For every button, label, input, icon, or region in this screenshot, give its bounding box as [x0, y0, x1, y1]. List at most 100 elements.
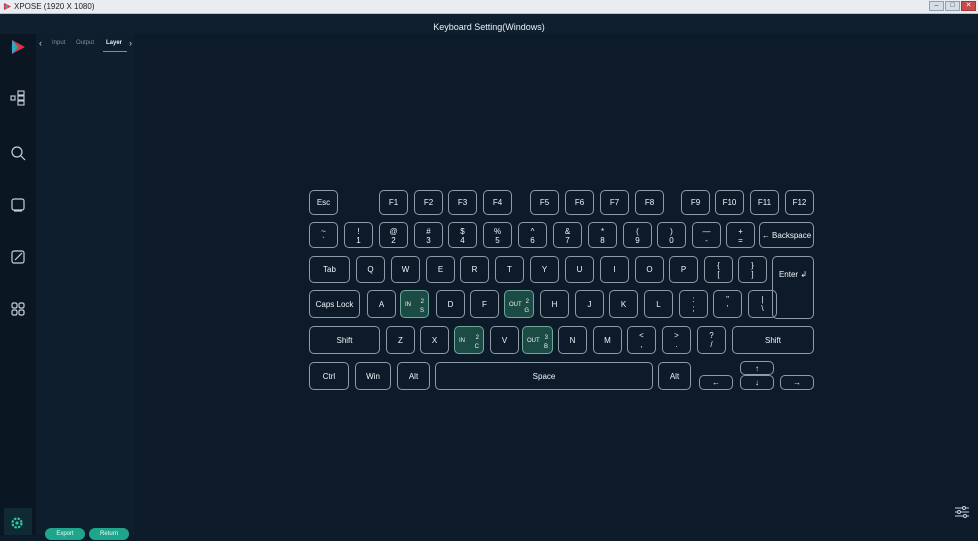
key-q[interactable]: Q [356, 256, 385, 283]
key-f9[interactable]: F9 [681, 190, 710, 215]
search-icon[interactable] [9, 144, 27, 162]
maximize-button[interactable]: □ [945, 1, 960, 11]
key-f1[interactable]: F1 [379, 190, 408, 215]
key-6[interactable]: ^ 6 [518, 222, 547, 248]
left-rail [0, 34, 36, 535]
key-comma[interactable]: <, [627, 326, 656, 354]
key-s-assigned[interactable]: IN 2 S [400, 290, 429, 318]
key-f3[interactable]: F3 [448, 190, 477, 215]
key-f5[interactable]: F5 [530, 190, 559, 215]
key-left-shift[interactable]: Shift [309, 326, 380, 354]
key-1[interactable]: ! 1 [344, 222, 373, 248]
tab-input[interactable]: Input [52, 40, 65, 46]
key-n[interactable]: N [558, 326, 587, 354]
window-title: XPOSE (1920 X 1080) [14, 2, 95, 11]
key-tab[interactable]: Tab [309, 256, 350, 283]
key-k[interactable]: K [609, 290, 638, 318]
key-0[interactable]: ) 0 [657, 222, 686, 248]
key-f[interactable]: F [470, 290, 499, 318]
return-button[interactable]: Return [89, 528, 129, 540]
key-backspace[interactable]: ← Backspace [759, 222, 814, 248]
key-c-assigned[interactable]: IN 2 C [454, 326, 484, 354]
key-f2[interactable]: F2 [414, 190, 443, 215]
monitor-icon[interactable] [9, 196, 27, 214]
page-title: Keyboard Setting(Windows) [433, 22, 545, 32]
key-w[interactable]: W [391, 256, 420, 283]
key-7[interactable]: & 7 [553, 222, 582, 248]
key-5[interactable]: % 5 [483, 222, 512, 248]
key-p[interactable]: P [669, 256, 698, 283]
key-9[interactable]: (9 [623, 222, 652, 248]
layout-icon[interactable] [9, 89, 27, 107]
key-f10[interactable]: F10 [715, 190, 744, 215]
grid-icon[interactable] [9, 300, 27, 318]
key-f4[interactable]: F4 [483, 190, 512, 215]
key-u[interactable]: U [565, 256, 594, 283]
play-logo-icon[interactable] [9, 38, 27, 56]
key-v[interactable]: V [490, 326, 519, 354]
key-left-alt[interactable]: Alt [397, 362, 430, 390]
key-b-assigned[interactable]: OUT 3 B [522, 326, 553, 354]
key-equals[interactable]: + = [726, 222, 755, 248]
key-f8[interactable]: F8 [635, 190, 664, 215]
active-tab-indicator [103, 51, 127, 52]
app-logo-icon [3, 2, 12, 11]
key-arrow-right[interactable]: → [780, 375, 814, 390]
key-win[interactable]: Win [355, 362, 391, 390]
key-a[interactable]: A [367, 290, 396, 318]
key-m[interactable]: M [593, 326, 622, 354]
key-l[interactable]: L [644, 290, 673, 318]
chevron-right-icon[interactable]: › [129, 38, 132, 48]
minimize-button[interactable]: – [929, 1, 944, 11]
settings-button[interactable] [4, 508, 32, 535]
key-arrow-left[interactable]: ← [699, 375, 733, 390]
tab-layer[interactable]: Layer [106, 40, 122, 46]
key-8[interactable]: * 8 [588, 222, 617, 248]
key-enter[interactable]: Enter ↲ [772, 256, 814, 319]
key-h[interactable]: H [540, 290, 569, 318]
key-quote[interactable]: " ' [713, 290, 742, 318]
key-esc[interactable]: Esc [309, 190, 338, 215]
key-right-alt[interactable]: Alt [658, 362, 691, 390]
edit-icon[interactable] [9, 248, 27, 266]
export-button[interactable]: Export [45, 528, 85, 540]
key-right-shift[interactable]: Shift [732, 326, 814, 354]
key-arrow-down[interactable]: ↓ [740, 375, 774, 390]
key-arrow-up[interactable]: ↑ [740, 361, 774, 375]
key-open-bracket[interactable]: {[ [704, 256, 733, 283]
window-titlebar: XPOSE (1920 X 1080) – □ ✕ [0, 0, 978, 14]
key-x[interactable]: X [420, 326, 449, 354]
key-y[interactable]: Y [530, 256, 559, 283]
key-backslash[interactable]: | \ [748, 290, 777, 318]
key-2[interactable]: @2 [379, 222, 408, 248]
key-f6[interactable]: F6 [565, 190, 594, 215]
key-z[interactable]: Z [386, 326, 415, 354]
key-f7[interactable]: F7 [600, 190, 629, 215]
key-semicolon[interactable]: :; [679, 290, 708, 318]
key-close-bracket[interactable]: }] [738, 256, 767, 283]
key-period[interactable]: >. [662, 326, 691, 354]
key-caps-lock[interactable]: Caps Lock [309, 290, 360, 318]
key-t[interactable]: T [495, 256, 524, 283]
close-button[interactable]: ✕ [961, 1, 976, 11]
key-f12[interactable]: F12 [785, 190, 814, 215]
key-minus[interactable]: — - [692, 222, 721, 248]
side-panel: ‹ Input Output Layer › [36, 34, 135, 535]
chevron-left-icon[interactable]: ‹ [39, 38, 42, 48]
key-d[interactable]: D [436, 290, 465, 318]
key-ctrl[interactable]: Ctrl [309, 362, 349, 390]
key-i[interactable]: I [600, 256, 629, 283]
key-3[interactable]: #3 [414, 222, 443, 248]
sliders-icon[interactable] [954, 505, 970, 519]
key-f11[interactable]: F11 [750, 190, 779, 215]
key-slash[interactable]: ? / [697, 326, 726, 354]
key-r[interactable]: R [460, 256, 489, 283]
key-j[interactable]: J [575, 290, 604, 318]
key-g-assigned[interactable]: OUT 2 G [504, 290, 534, 318]
tab-output[interactable]: Output [76, 40, 94, 46]
key-e[interactable]: E [426, 256, 455, 283]
key-space[interactable]: Space [435, 362, 653, 390]
key-4[interactable]: $4 [448, 222, 477, 248]
key-o[interactable]: O [635, 256, 664, 283]
key-backtick[interactable]: ~ ` [309, 222, 338, 248]
